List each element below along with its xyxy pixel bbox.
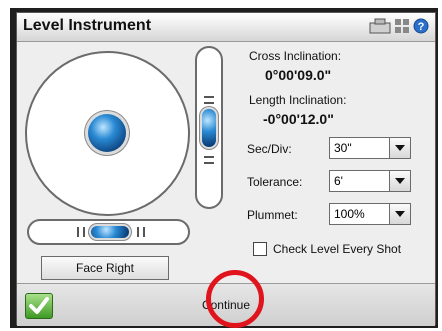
horizontal-bubble bbox=[91, 226, 129, 238]
sec-div-value: 30" bbox=[334, 141, 352, 155]
plummet-select[interactable]: 100% bbox=[329, 203, 411, 225]
tube-tick bbox=[204, 156, 214, 158]
chevron-down-icon[interactable] bbox=[389, 171, 410, 191]
horizontal-level-tube bbox=[27, 219, 190, 245]
svg-text:?: ? bbox=[418, 21, 425, 33]
instrument-icon[interactable] bbox=[369, 18, 391, 34]
face-right-button[interactable]: Face Right bbox=[41, 256, 169, 280]
tolerance-value: 6' bbox=[334, 174, 343, 188]
tolerance-select[interactable]: 6' bbox=[329, 170, 411, 192]
vertical-level-tube bbox=[195, 46, 223, 209]
tube-tick bbox=[83, 227, 85, 237]
plummet-value: 100% bbox=[334, 207, 365, 221]
check-level-label[interactable]: Check Level Every Shot bbox=[273, 242, 401, 256]
vertical-bubble bbox=[202, 109, 216, 147]
tube-tick bbox=[204, 162, 214, 164]
tube-tick bbox=[77, 227, 79, 237]
help-icon[interactable]: ? bbox=[413, 18, 429, 34]
cross-inclination-label: Cross Inclination: bbox=[249, 49, 342, 63]
chevron-down-icon[interactable] bbox=[389, 138, 410, 158]
tolerance-label: Tolerance: bbox=[247, 175, 303, 189]
sec-div-select[interactable]: 30" bbox=[329, 137, 411, 159]
plummet-label: Plummet: bbox=[247, 208, 298, 222]
chevron-down-icon[interactable] bbox=[389, 204, 410, 224]
window-title: Level Instrument bbox=[23, 17, 152, 34]
tube-tick bbox=[204, 102, 214, 104]
annotation-circle bbox=[206, 270, 264, 328]
circular-level bbox=[25, 51, 190, 216]
cross-inclination-value: 0°00'09.0" bbox=[265, 67, 332, 83]
title-bar: Level Instrument ? bbox=[17, 13, 435, 42]
sec-div-label: Sec/Div: bbox=[247, 142, 292, 156]
length-inclination-value: -0°00'12.0" bbox=[263, 111, 334, 127]
check-level-checkbox[interactable] bbox=[253, 242, 267, 256]
tube-tick bbox=[204, 96, 214, 98]
title-bar-icons: ? bbox=[369, 18, 429, 34]
tube-tick bbox=[143, 227, 145, 237]
circular-bubble bbox=[88, 114, 126, 152]
grid-icon[interactable] bbox=[394, 18, 410, 34]
tube-tick bbox=[137, 227, 139, 237]
length-inclination-label: Length Inclination: bbox=[249, 93, 347, 107]
